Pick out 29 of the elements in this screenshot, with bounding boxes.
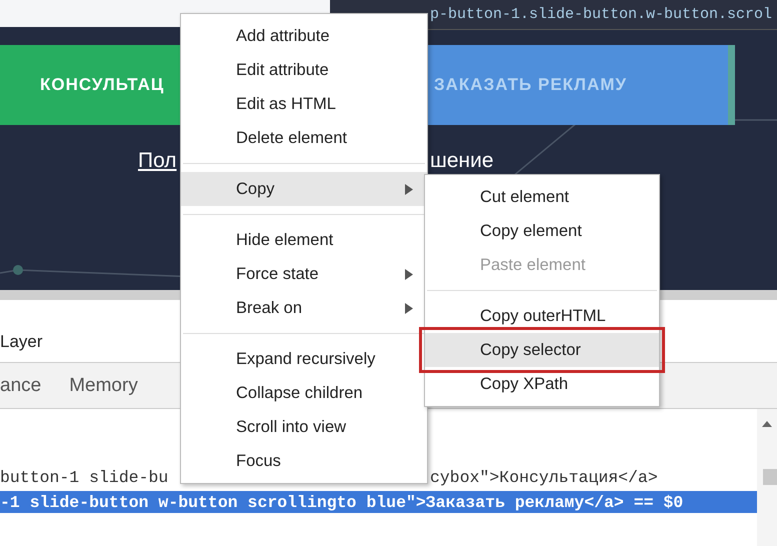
code-text: cybox">Консультация</a> bbox=[430, 468, 658, 486]
panel-tab[interactable]: ance bbox=[0, 363, 70, 408]
menu-item[interactable]: Delete element bbox=[181, 121, 427, 155]
link-text[interactable]: шение bbox=[430, 149, 494, 173]
menu-item[interactable]: Focus bbox=[181, 444, 427, 478]
panel-tab[interactable]: Memory bbox=[69, 363, 166, 408]
menu-item[interactable]: Copy element bbox=[425, 214, 659, 248]
menu-item[interactable]: Collapse children bbox=[181, 376, 427, 410]
menu-item[interactable]: Copy XPath bbox=[425, 367, 659, 401]
menu-item[interactable]: Copy bbox=[181, 172, 427, 206]
submenu-arrow-icon bbox=[405, 184, 413, 194]
code-text: -1 slide-button w-button scrollingto blue">Заказать рекламу</a> == $0 bbox=[0, 492, 684, 512]
submenu-arrow-icon bbox=[405, 268, 413, 280]
menu-item[interactable]: Scroll into view bbox=[181, 410, 427, 444]
menu-item[interactable]: Copy selector bbox=[425, 333, 659, 367]
menu-item[interactable]: Edit as HTML bbox=[181, 87, 427, 121]
menu-item[interactable]: Force state bbox=[181, 257, 427, 291]
link-text[interactable]: Пол bbox=[138, 149, 180, 173]
menu-item[interactable]: Edit attribute bbox=[181, 53, 427, 87]
menu-item[interactable]: Hide element bbox=[181, 223, 427, 257]
scrollbar-thumb[interactable] bbox=[763, 469, 777, 485]
scroll-up-icon[interactable] bbox=[762, 421, 772, 427]
menu-item[interactable]: Cut element bbox=[425, 180, 659, 214]
layer-label: Layer bbox=[0, 332, 43, 352]
menu-item[interactable]: Break on bbox=[181, 291, 427, 325]
menu-item[interactable]: Expand recursively bbox=[181, 342, 427, 376]
menu-item[interactable]: Copy outerHTML bbox=[425, 299, 659, 333]
submenu-arrow-icon bbox=[405, 302, 413, 314]
code-text: button-1 slide-bu bbox=[0, 468, 170, 486]
